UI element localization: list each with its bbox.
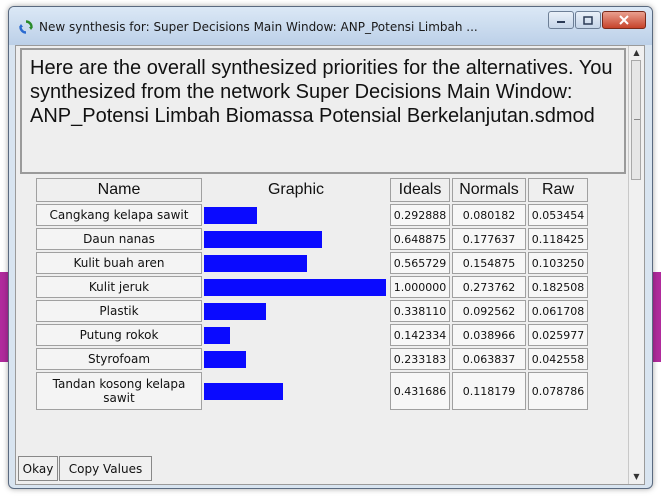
results-table: Name Graphic Ideals Normals Raw Cangkang… xyxy=(34,176,590,412)
table-row: Cangkang kelapa sawit 0.292888 0.080182 0.0… xyxy=(36,204,588,226)
priority-graphic xyxy=(204,204,388,226)
raw-value: 0.182508 xyxy=(528,276,588,298)
priority-bar xyxy=(204,278,386,296)
alternative-name: Putung rokok xyxy=(36,324,202,346)
normal-value: 0.080182 xyxy=(452,204,526,226)
scrollbar-thumb[interactable] xyxy=(631,60,641,180)
alternative-name: Tandan kosong kelapa sawit xyxy=(36,372,202,410)
header-name: Name xyxy=(36,178,202,202)
ideal-value: 0.142334 xyxy=(390,324,450,346)
raw-value: 0.025977 xyxy=(528,324,588,346)
ideal-value: 1.000000 xyxy=(390,276,450,298)
priority-graphic xyxy=(204,228,388,250)
scroll-up-arrow-icon[interactable]: ▲ xyxy=(629,46,644,60)
priority-graphic xyxy=(204,348,388,370)
raw-value: 0.103250 xyxy=(528,252,588,274)
table-row: Styrofoam 0.233183 0.063837 0.042558 xyxy=(36,348,588,370)
minimize-icon xyxy=(557,21,565,23)
minimize-button[interactable] xyxy=(548,11,574,29)
priority-bar xyxy=(204,206,257,224)
table-row: Plastik 0.338110 0.092562 0.061708 xyxy=(36,300,588,322)
alternative-name: Styrofoam xyxy=(36,348,202,370)
priority-graphic xyxy=(204,372,388,410)
header-normals: Normals xyxy=(452,178,526,202)
ideal-value: 0.338110 xyxy=(390,300,450,322)
title-bar[interactable]: New synthesis for: Super Decisions Main … xyxy=(9,7,652,45)
priority-graphic xyxy=(204,252,388,274)
normal-value: 0.118179 xyxy=(452,372,526,410)
close-button[interactable] xyxy=(602,11,646,29)
priority-graphic xyxy=(204,324,388,346)
table-row: Putung rokok 0.142334 0.038966 0.025977 xyxy=(36,324,588,346)
normal-value: 0.038966 xyxy=(452,324,526,346)
ideal-value: 0.565729 xyxy=(390,252,450,274)
header-raw: Raw xyxy=(528,178,588,202)
header-ideals: Ideals xyxy=(390,178,450,202)
priority-bar xyxy=(204,230,322,248)
button-bar: Okay Copy Values xyxy=(16,454,628,484)
table-row: Tandan kosong kelapa sawit 0.431686 0.1181… xyxy=(36,372,588,410)
raw-value: 0.061708 xyxy=(528,300,588,322)
vertical-scrollbar[interactable]: ▲ ▼ xyxy=(628,46,644,484)
priority-graphic xyxy=(204,276,388,298)
table-row: Kulit buah aren 0.565729 0.154875 0.103250 xyxy=(36,252,588,274)
priority-bar xyxy=(204,254,307,272)
raw-value: 0.118425 xyxy=(528,228,588,250)
content-panel: Here are the overall synthesized priorit… xyxy=(15,45,645,485)
maximize-icon xyxy=(583,15,593,25)
header-graphic: Graphic xyxy=(267,181,325,198)
okay-button[interactable]: Okay xyxy=(18,456,58,481)
ideal-value: 0.648875 xyxy=(390,228,450,250)
priority-bar xyxy=(204,382,283,400)
raw-value: 0.078786 xyxy=(528,372,588,410)
normal-value: 0.177637 xyxy=(452,228,526,250)
synthesis-window: New synthesis for: Super Decisions Main … xyxy=(8,6,653,489)
refresh-arrows-icon xyxy=(19,20,33,34)
raw-value: 0.042558 xyxy=(528,348,588,370)
normal-value: 0.063837 xyxy=(452,348,526,370)
close-icon xyxy=(619,15,629,25)
priority-bar xyxy=(204,350,246,368)
raw-value: 0.053454 xyxy=(528,204,588,226)
synthesis-description: Here are the overall synthesized priorit… xyxy=(20,48,626,174)
normal-value: 0.154875 xyxy=(452,252,526,274)
ideal-value: 0.233183 xyxy=(390,348,450,370)
alternative-name: Cangkang kelapa sawit xyxy=(36,204,202,226)
window-title: New synthesis for: Super Decisions Main … xyxy=(39,20,478,34)
priority-bar xyxy=(204,302,266,320)
table-row: Daun nanas 0.648875 0.177637 0.118425 xyxy=(36,228,588,250)
alternative-name: Kulit jeruk xyxy=(36,276,202,298)
copy-values-button[interactable]: Copy Values xyxy=(59,456,152,481)
ideal-value: 0.292888 xyxy=(390,204,450,226)
table-row: Kulit jeruk 1.000000 0.273762 0.182508 xyxy=(36,276,588,298)
priority-graphic xyxy=(204,300,388,322)
priority-bar xyxy=(204,326,230,344)
alternative-name: Daun nanas xyxy=(36,228,202,250)
alternative-name: Plastik xyxy=(36,300,202,322)
alternative-name: Kulit buah aren xyxy=(36,252,202,274)
maximize-button[interactable] xyxy=(575,11,601,29)
scroll-down-arrow-icon[interactable]: ▼ xyxy=(629,470,644,484)
normal-value: 0.273762 xyxy=(452,276,526,298)
normal-value: 0.092562 xyxy=(452,300,526,322)
ideal-value: 0.431686 xyxy=(390,372,450,410)
